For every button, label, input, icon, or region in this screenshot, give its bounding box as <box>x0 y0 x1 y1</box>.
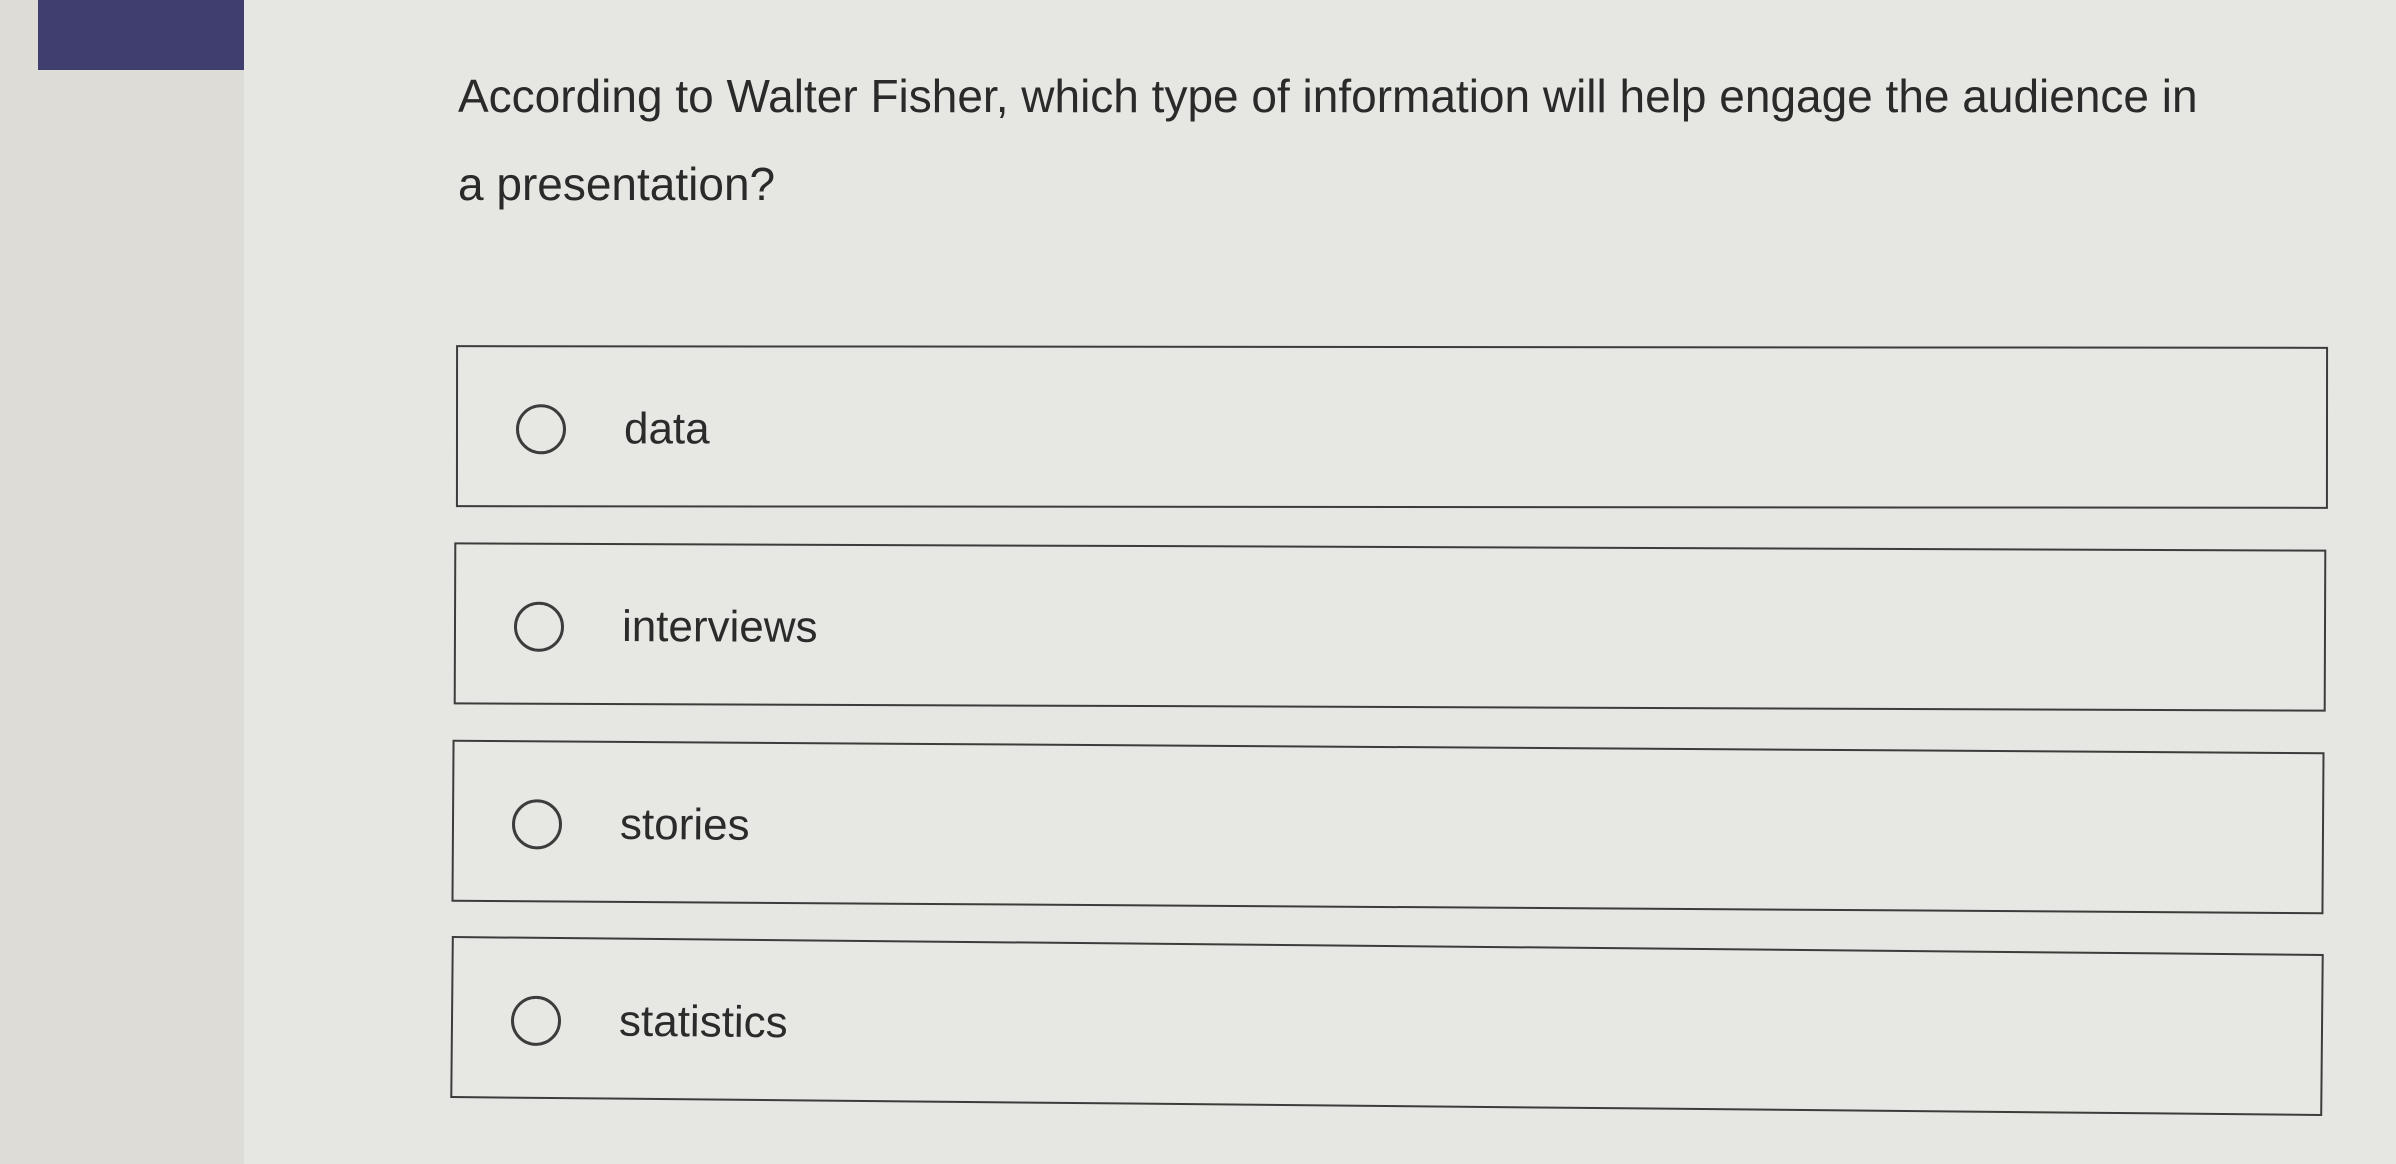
answer-option-data[interactable]: data <box>455 345 2329 509</box>
answer-option-label: interviews <box>621 602 818 652</box>
left-sidebar <box>0 0 250 1164</box>
answer-option-label: data <box>623 404 710 454</box>
answer-option-statistics[interactable]: statistics <box>450 936 2324 1116</box>
question-text: According to Walter Fisher, which type o… <box>458 70 2198 210</box>
nav-header-block[interactable] <box>38 0 250 70</box>
answer-option-label: statistics <box>618 996 788 1048</box>
radio-button-icon[interactable] <box>510 995 562 1047</box>
answer-option-interviews[interactable]: interviews <box>453 542 2327 712</box>
answer-option-stories[interactable]: stories <box>451 739 2325 915</box>
radio-button-icon[interactable] <box>513 601 565 652</box>
radio-button-icon[interactable] <box>511 799 563 850</box>
radio-button-icon[interactable] <box>515 404 567 455</box>
answer-option-label: stories <box>619 799 750 850</box>
